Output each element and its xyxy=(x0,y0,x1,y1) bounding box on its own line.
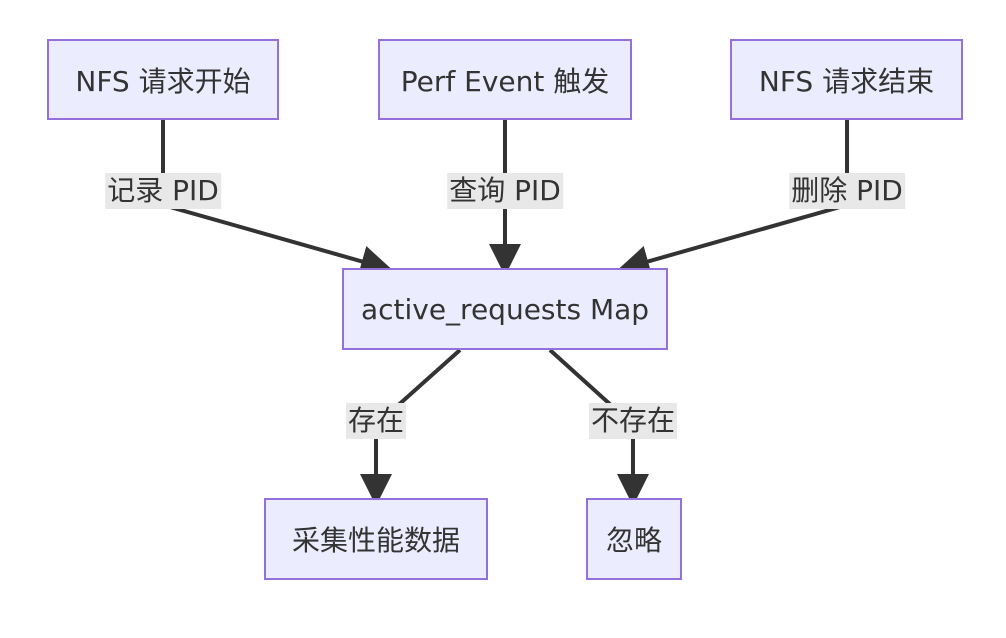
node-perf-event-trigger-label: Perf Event 触发 xyxy=(400,64,610,98)
node-ignore-label: 忽略 xyxy=(605,524,662,557)
node-nfs-request-end-label: NFS 请求结束 xyxy=(758,64,935,98)
edge-label-query-pid: 查询 PID xyxy=(447,173,563,209)
node-nfs-request-start-label: NFS 请求开始 xyxy=(75,64,251,98)
node-collect-performance-data-label: 采集性能数据 xyxy=(291,524,460,557)
node-ignore: 忽略 xyxy=(586,498,682,580)
node-perf-event-trigger: Perf Event 触发 xyxy=(378,39,632,120)
node-nfs-request-end: NFS 请求结束 xyxy=(730,39,963,120)
edge-label-record-pid: 记录 PID xyxy=(105,173,221,209)
node-active-requests-map-label: active_requests Map xyxy=(360,292,650,326)
node-collect-performance-data: 采集性能数据 xyxy=(264,498,488,580)
edge-label-not-exists: 不存在 xyxy=(588,403,678,439)
edge-label-exists: 存在 xyxy=(345,403,407,439)
node-nfs-request-start: NFS 请求开始 xyxy=(47,39,279,120)
edge-label-delete-pid: 删除 PID xyxy=(789,173,905,209)
flowchart-canvas: 记录 PID 查询 PID 删除 PID 存在 不存在 NFS 请求开始 Per… xyxy=(0,0,1006,638)
node-active-requests-map: active_requests Map xyxy=(342,268,668,350)
